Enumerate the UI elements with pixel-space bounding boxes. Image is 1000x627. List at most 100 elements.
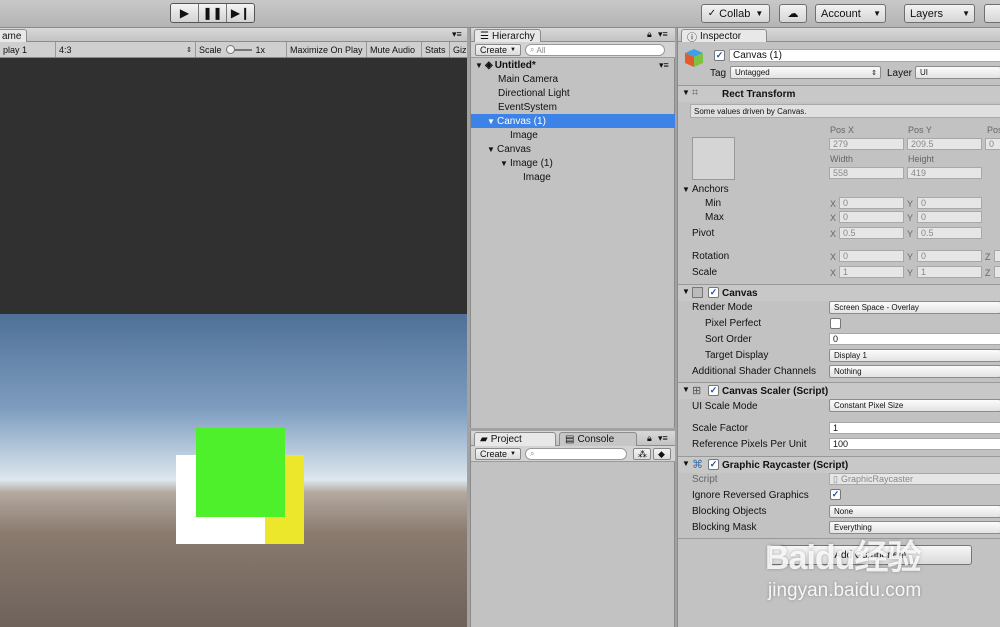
maximize-on-play-toggle[interactable]: Maximize On Play (287, 42, 367, 57)
hierarchy-item-image-child[interactable]: Image (471, 170, 675, 184)
render-mode-dropdown[interactable]: Screen Space - Overlay (829, 301, 1000, 314)
posz-field[interactable]: 0 (985, 138, 1000, 150)
expand-arrow-icon[interactable]: ▼ (475, 61, 485, 70)
lock-icon[interactable]: 🔒︎ (647, 433, 652, 444)
collab-label: Collab (719, 7, 751, 20)
tab-hierarchy[interactable]: ☰ Hierarchy (474, 29, 541, 42)
expand-arrow-icon[interactable]: ▼ (487, 145, 497, 154)
blocking-objects-dropdown[interactable]: None (829, 505, 1000, 518)
mute-audio-toggle[interactable]: Mute Audio (367, 42, 422, 57)
hierarchy-item-directional-light[interactable]: Directional Light (471, 86, 675, 100)
script-icon: ⌘ (692, 459, 703, 471)
tab-inspector[interactable]: ⓘ Inspector (681, 29, 767, 44)
hierarchy-search-input[interactable]: ⌕ All (525, 44, 665, 56)
pause-button[interactable]: ❚❚ (199, 4, 227, 22)
row-label: Canvas (497, 143, 531, 155)
hierarchy-item-canvas-1[interactable]: ▼ Canvas (1) (471, 114, 675, 128)
create-label: Create (480, 449, 508, 459)
scale-slider[interactable]: Scale 1x (196, 42, 287, 57)
graphic-raycaster-header[interactable]: ▼ ⌘ ✓ Graphic Raycaster (Script) (678, 456, 1000, 473)
rect-transform-header[interactable]: ▼ ⌗ Rect Transform (678, 85, 1000, 102)
collapse-arrow-icon[interactable]: ▼ (682, 459, 690, 468)
display-label: play 1 (3, 44, 28, 55)
rotation-y-field[interactable]: 0 (917, 250, 982, 262)
console-icon: ▤ (565, 434, 575, 445)
canvas-component-header[interactable]: ▼ ✓ Canvas (678, 284, 1000, 301)
rotation-x-field[interactable]: 0 (839, 250, 904, 262)
scale-x-field[interactable]: 1 (839, 266, 904, 278)
pivot-y-field[interactable]: 0.5 (917, 227, 982, 239)
scale-y-field[interactable]: 1 (917, 266, 982, 278)
active-checkbox[interactable]: ✓ (714, 50, 725, 61)
mute-label: Mute Audio (370, 44, 416, 55)
rotation-z-field[interactable] (994, 250, 1000, 262)
scale-thumb[interactable] (225, 44, 235, 54)
account-dropdown[interactable]: Account ▼ (815, 4, 886, 23)
panel-menu-icon[interactable]: ▾≡ (658, 29, 668, 40)
layers-dropdown[interactable]: Layers ▼ (904, 4, 975, 23)
tag-dropdown[interactable]: Untagged ⇕ (730, 66, 881, 79)
panel-menu-icon[interactable]: ▾≡ (452, 29, 462, 40)
anchor-max-y-field[interactable]: 0 (917, 211, 982, 223)
layer-dropdown[interactable]: UI (915, 66, 1000, 79)
hierarchy-item-image-1[interactable]: ▼ Image (1) (471, 156, 675, 170)
step-button[interactable]: ▶❙ (227, 4, 254, 22)
scene-menu-icon[interactable]: ▾≡ (659, 60, 669, 71)
hierarchy-item-main-camera[interactable]: Main Camera (471, 72, 675, 86)
row-label: Canvas (1) (497, 115, 546, 127)
anchor-max-x-field[interactable]: 0 (839, 211, 904, 223)
hierarchy-item-eventsystem[interactable]: EventSystem (471, 100, 675, 114)
shader-channels-dropdown[interactable]: Nothing (829, 365, 1000, 378)
anchors-foldout-icon[interactable]: ▼ (682, 185, 690, 194)
scene-row-untitled[interactable]: ▼ ◈ Untitled* ▾≡ (471, 58, 675, 72)
anchor-min-x-field[interactable]: 0 (839, 197, 904, 209)
project-create-dropdown[interactable]: Create ▼ (475, 448, 521, 460)
stats-toggle[interactable]: Stats (422, 42, 450, 57)
filter-type-button[interactable]: ⁂ (633, 448, 651, 460)
cloud-button[interactable]: ☁ (779, 4, 807, 23)
collapse-arrow-icon[interactable]: ▼ (682, 385, 690, 394)
collapse-arrow-icon[interactable]: ▼ (682, 287, 690, 296)
canvas-enabled-checkbox[interactable]: ✓ (708, 287, 719, 298)
project-search-input[interactable]: ⌕ (525, 448, 627, 460)
filter-label-button[interactable]: ◆ (653, 448, 671, 460)
ignore-reversed-checkbox[interactable]: ✓ (830, 489, 841, 500)
target-display-dropdown[interactable]: Display 1 (829, 349, 1000, 362)
aspect-dropdown[interactable]: 4:3 ⇕ (56, 42, 196, 57)
scaler-enabled-checkbox[interactable]: ✓ (708, 385, 719, 396)
scale-z-field[interactable] (994, 266, 1000, 278)
width-field[interactable]: 558 (829, 167, 904, 179)
expand-arrow-icon[interactable]: ▼ (500, 159, 510, 168)
expand-arrow-icon[interactable]: ▼ (487, 117, 497, 126)
tab-project[interactable]: ▰ Project (474, 432, 556, 446)
hierarchy-item-image[interactable]: Image (471, 128, 675, 142)
object-name-field[interactable]: Canvas (1) (729, 49, 1000, 62)
sort-order-field[interactable]: 0 (829, 333, 1000, 345)
create-dropdown[interactable]: Create ▼ (475, 44, 521, 56)
pivot-x-field[interactable]: 0.5 (839, 227, 904, 239)
layout-dropdown[interactable] (984, 4, 1000, 23)
raycaster-enabled-checkbox[interactable]: ✓ (708, 459, 719, 470)
pixel-perfect-checkbox[interactable] (830, 318, 841, 329)
height-field[interactable]: 419 (907, 167, 982, 179)
lock-icon[interactable]: 🔒︎ (647, 29, 652, 40)
tab-game[interactable]: ame (0, 29, 28, 42)
ui-scale-mode-dropdown[interactable]: Constant Pixel Size (829, 399, 1000, 412)
scale-factor-field[interactable]: 1 (829, 422, 1000, 434)
canvas-scaler-header[interactable]: ▼ ⊞ ✓ Canvas Scaler (Script) (678, 382, 1000, 399)
play-button[interactable]: ▶ (171, 4, 199, 22)
panel-menu-icon[interactable]: ▾≡ (658, 433, 668, 444)
collab-button[interactable]: ✓ Collab ▼ (701, 4, 770, 23)
tab-console[interactable]: ▤ Console (559, 432, 637, 446)
posx-field[interactable]: 279 (829, 138, 904, 150)
gizmos-dropdown[interactable]: Giz (450, 42, 467, 57)
display-dropdown[interactable]: play 1 (0, 42, 56, 57)
pixels-per-unit-field[interactable]: 100 (829, 438, 1000, 450)
anchor-min-y-field[interactable]: 0 (917, 197, 982, 209)
game-view-scene[interactable] (0, 314, 467, 627)
anchor-presets-button[interactable] (692, 137, 735, 180)
x-label: X (830, 229, 837, 239)
hierarchy-item-canvas[interactable]: ▼ Canvas (471, 142, 675, 156)
collapse-arrow-icon[interactable]: ▼ (682, 88, 690, 97)
posy-field[interactable]: 209.5 (907, 138, 982, 150)
